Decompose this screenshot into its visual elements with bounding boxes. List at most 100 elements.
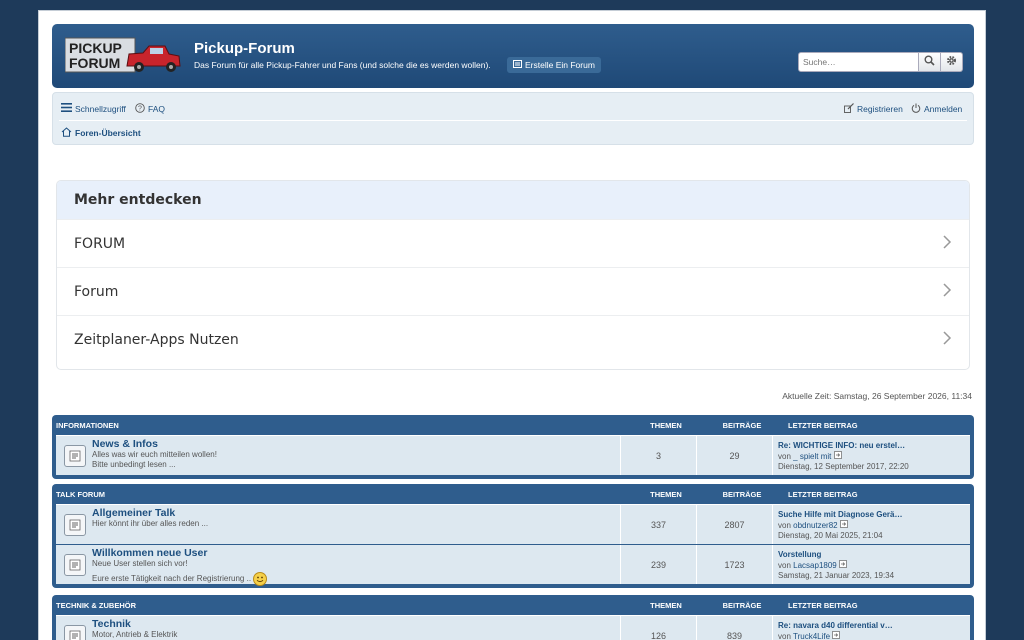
forum-title[interactable]: Willkommen neue User [92, 547, 267, 559]
current-time: Aktuelle Zeit: Samstag, 26 September 202… [782, 391, 972, 401]
last-post-date: Dienstag, 20 Mai 2025, 21:04 [778, 531, 883, 540]
category-header: Talk Forum Themen Beiträge Letzter Beitr… [56, 484, 970, 504]
column-posts: Beiträge [722, 420, 762, 430]
gear-icon [946, 55, 957, 69]
question-icon: ? [135, 103, 145, 115]
topic-count: 337 [620, 505, 696, 544]
last-post-title[interactable]: Re: WICHTIGE INFO: neu erstel… [778, 441, 970, 451]
goto-post-icon[interactable] [833, 451, 842, 461]
column-last-post: Letzter Beitrag [788, 600, 858, 610]
last-post-author[interactable]: Truck4Life [793, 632, 830, 640]
discover-panel: Mehr entdecken FORUM Forum Zeitplaner-Ap… [56, 180, 970, 370]
forum-description: Bitte unbedingt lesen ... [92, 460, 176, 469]
last-post: Re: WICHTIGE INFO: neu erstel… von _ spi… [772, 436, 970, 475]
category-header: Technik & Zubehör Themen Beiträge Letzte… [56, 595, 970, 615]
category-informationen: Informationen Themen Beiträge Letzter Be… [52, 415, 974, 479]
discover-item-label: FORUM [74, 235, 126, 252]
site-description: Das Forum für alle Pickup-Fahrer und Fan… [194, 60, 491, 70]
search-button[interactable] [919, 52, 941, 72]
goto-post-icon[interactable] [839, 560, 847, 570]
site-logo[interactable]: PICKUP FORUM [64, 36, 182, 76]
forum-description: Alles was wir euch mitteilen wollen! [92, 450, 217, 459]
pencil-icon [844, 103, 854, 115]
last-post-author[interactable]: obdnutzer82 [793, 521, 837, 530]
forum-row: Allgemeiner Talk Hier könnt ihr über all… [56, 504, 970, 544]
register-link[interactable]: Registrieren [844, 103, 903, 115]
forum-row: Technik Motor, Antrieb & Elektrik 126 83… [56, 615, 970, 640]
forum-title[interactable]: News & Infos [92, 438, 217, 450]
quicklinks-menu[interactable]: Schnellzugriff [61, 103, 126, 114]
last-post: Re: navara d40 differential v… von Truck… [772, 616, 970, 640]
column-posts: Beiträge [722, 489, 762, 499]
breadcrumb[interactable]: Foren-Übersicht [61, 127, 141, 139]
create-forum-label: Erstelle Ein Forum [525, 60, 595, 70]
advanced-search-button[interactable] [941, 52, 963, 72]
forum-read-icon [64, 445, 86, 467]
discover-item[interactable]: Zeitplaner-Apps Nutzen [57, 315, 969, 363]
faq-link[interactable]: ? FAQ [135, 103, 165, 115]
by-label: von [778, 632, 791, 640]
column-topics: Themen [650, 489, 682, 499]
forum-description: Eure erste Tätigkeit nach der Registrier… [92, 574, 252, 584]
last-post-author[interactable]: Lacsap1809 [793, 561, 837, 570]
last-post-title[interactable]: Re: navara d40 differential v… [778, 621, 970, 631]
last-post-author[interactable]: _ spielt mit [793, 452, 831, 461]
category-name[interactable]: Technik & Zubehör [56, 601, 628, 610]
column-last-post: Letzter Beitrag [788, 489, 858, 499]
site-title[interactable]: Pickup-Forum [194, 40, 295, 57]
login-label: Anmelden [924, 104, 963, 114]
topic-count: 126 [620, 616, 696, 640]
quicklinks-label: Schnellzugriff [75, 103, 126, 114]
last-post-date: Dienstag, 12 September 2017, 22:20 [778, 462, 909, 471]
column-posts: Beiträge [722, 600, 762, 610]
topic-count: 3 [620, 436, 696, 475]
home-icon [61, 127, 72, 139]
navbar-divider [59, 120, 967, 121]
last-post: Vorstellung von Lacsap1809 Samstag, 21 J… [772, 545, 970, 584]
last-post: Suche Hilfe mit Diagnose Gerä… von obdnu… [772, 505, 970, 544]
search-input[interactable] [798, 52, 919, 72]
last-post-date: Samstag, 21 Januar 2023, 19:34 [778, 571, 895, 580]
forum-read-icon [64, 514, 86, 536]
goto-post-icon[interactable] [832, 631, 841, 640]
svg-text:?: ? [138, 106, 142, 113]
category-name[interactable]: Informationen [56, 421, 628, 430]
post-count: 2807 [696, 505, 772, 544]
category-header: Informationen Themen Beiträge Letzter Be… [56, 415, 970, 435]
last-post-title[interactable]: Suche Hilfe mit Diagnose Gerä… [778, 510, 970, 520]
chevron-right-icon [942, 234, 952, 253]
by-label: von [778, 452, 791, 461]
discover-item-label: Zeitplaner-Apps Nutzen [74, 331, 239, 348]
login-link[interactable]: Anmelden [911, 103, 962, 115]
forum-description: Hier könnt ihr über alles reden ... [92, 519, 209, 528]
forum-main: Technik Motor, Antrieb & Elektrik [56, 616, 620, 640]
page-wrapper: PICKUP FORUM Pickup-Forum Das Forum für … [38, 10, 986, 640]
forum-read-icon [64, 554, 86, 576]
category-talk-forum: Talk Forum Themen Beiträge Letzter Beitr… [52, 484, 974, 588]
forum-description: Neue User stellen sich vor! [92, 559, 188, 568]
svg-text:PICKUP: PICKUP [69, 40, 122, 56]
discover-item[interactable]: FORUM [57, 219, 969, 267]
forum-read-icon [64, 625, 86, 640]
forum-main: Willkommen neue User Neue User stellen s… [56, 545, 620, 586]
register-label: Registrieren [857, 104, 903, 114]
breadcrumb-home: Foren-Übersicht [75, 128, 141, 138]
create-forum-button[interactable]: Erstelle Ein Forum [507, 57, 601, 73]
last-post-title[interactable]: Vorstellung [778, 550, 970, 560]
discover-item-label: Forum [74, 283, 119, 300]
forum-row: News & Infos Alles was wir euch mitteile… [56, 435, 970, 475]
search-box [798, 52, 963, 72]
forum-title[interactable]: Allgemeiner Talk [92, 507, 208, 519]
by-label: von [778, 521, 791, 530]
forum-icon [513, 57, 522, 73]
goto-post-icon[interactable] [840, 520, 848, 530]
column-topics: Themen [650, 420, 682, 430]
topic-count: 239 [620, 545, 696, 584]
forum-title[interactable]: Technik [92, 618, 177, 630]
column-last-post: Letzter Beitrag [788, 420, 858, 430]
discover-item[interactable]: Forum [57, 267, 969, 315]
forum-row: Willkommen neue User Neue User stellen s… [56, 544, 970, 586]
chevron-right-icon [942, 282, 952, 301]
forum-description: Motor, Antrieb & Elektrik [92, 630, 178, 639]
category-name[interactable]: Talk Forum [56, 490, 628, 499]
